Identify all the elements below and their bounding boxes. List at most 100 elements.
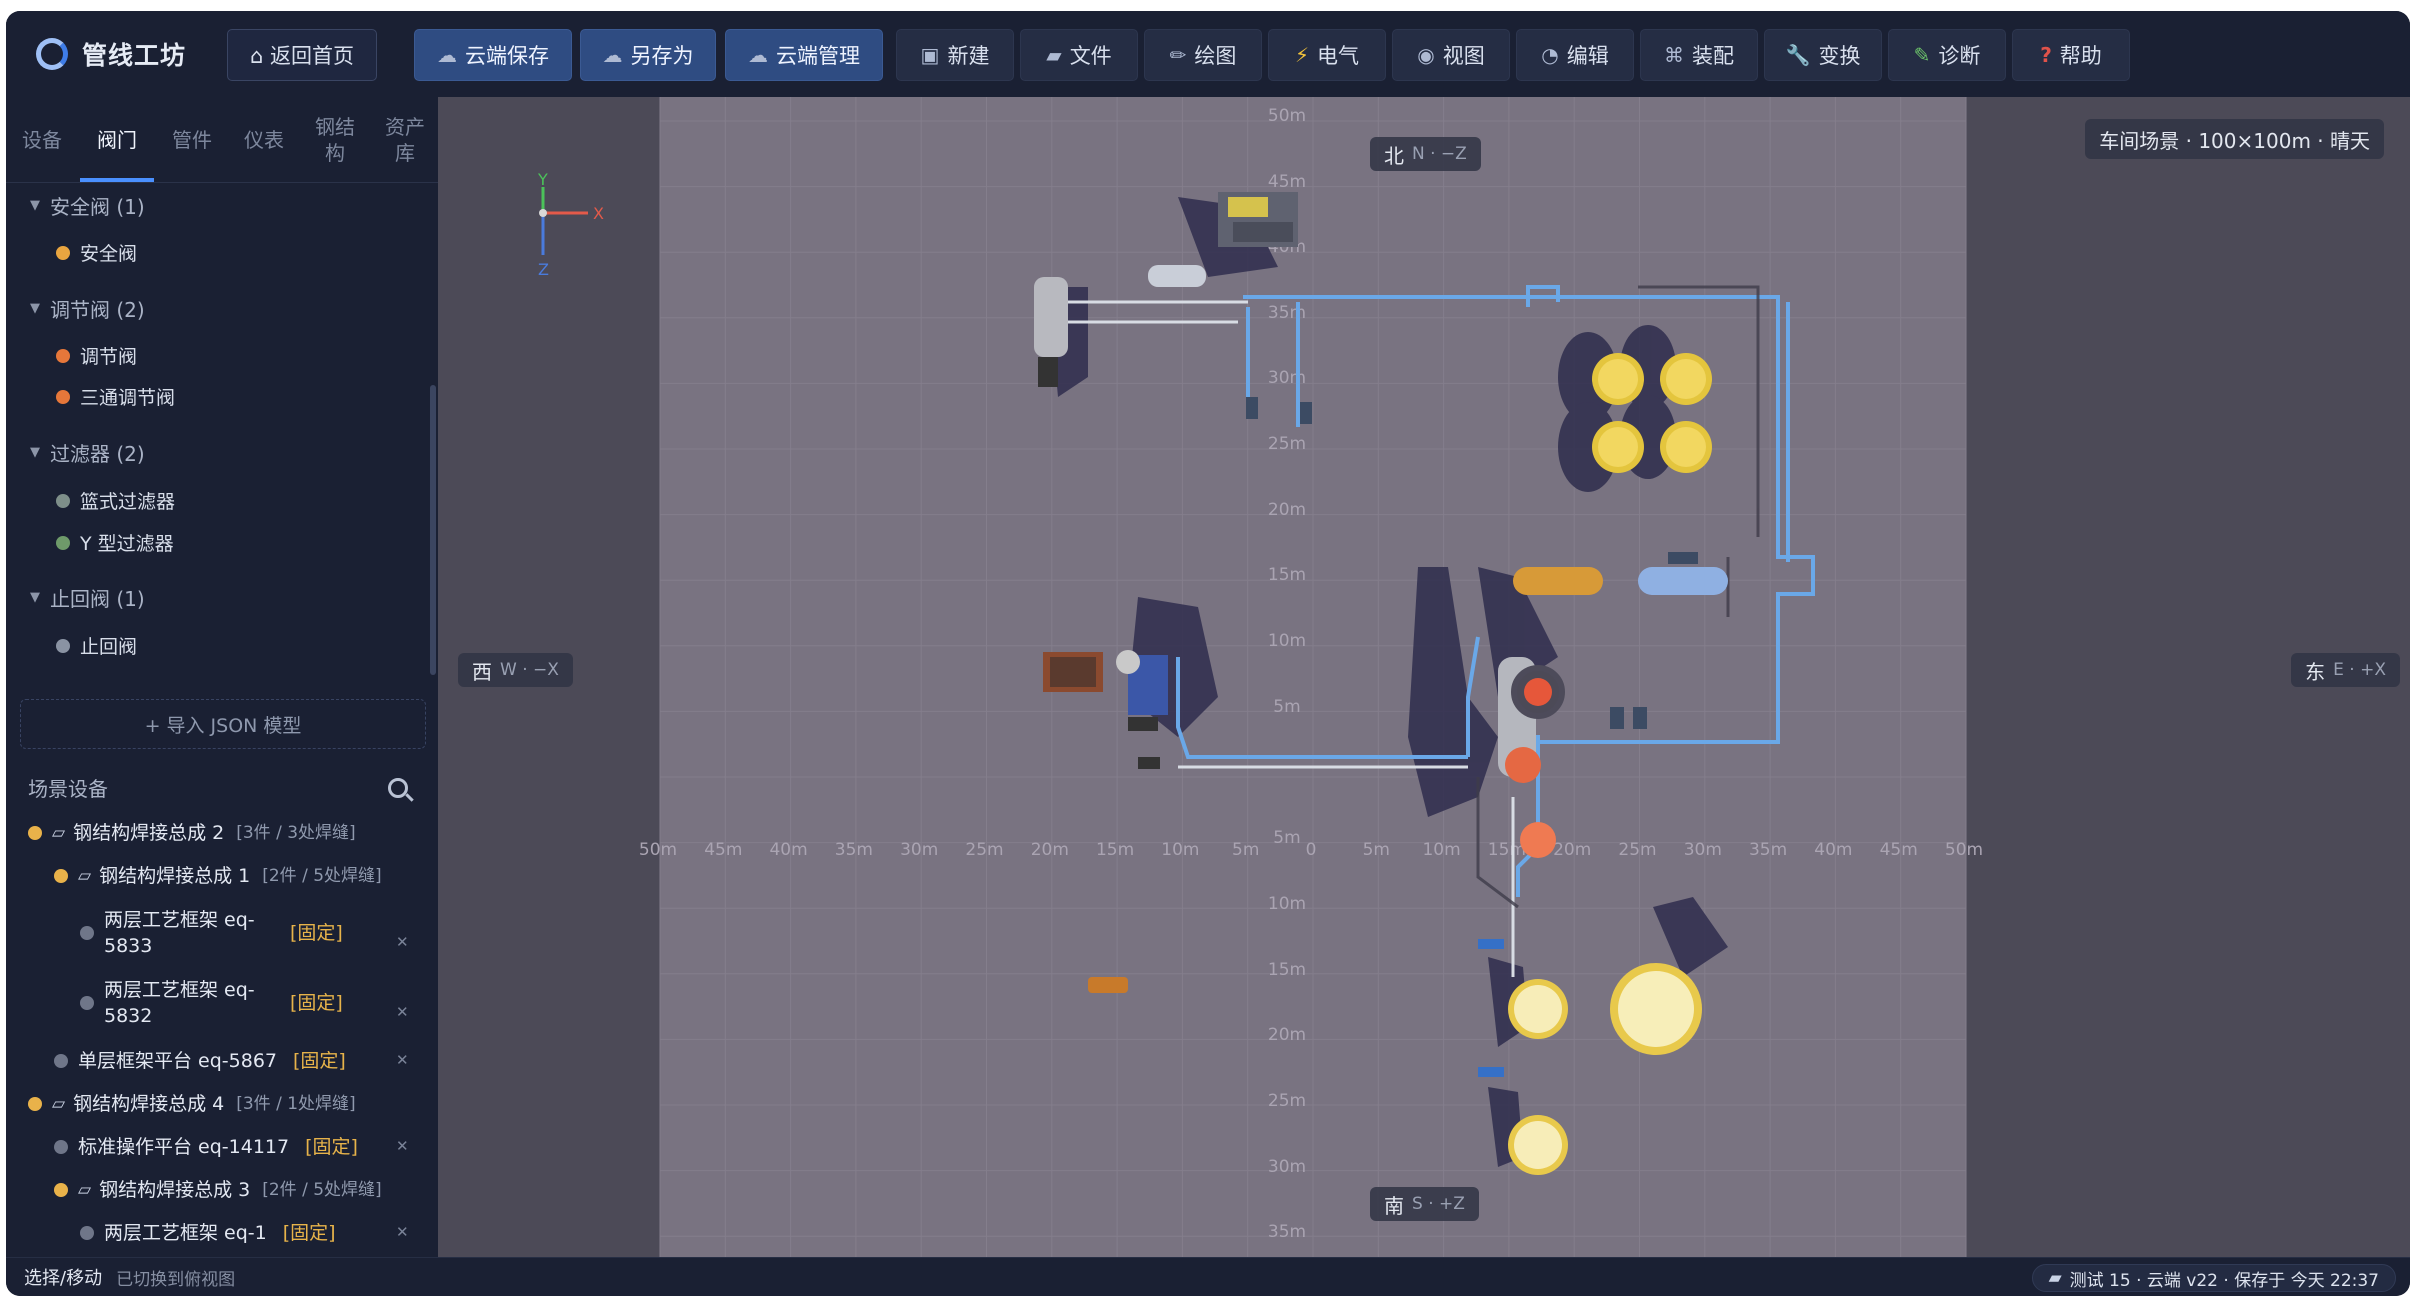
scene-row[interactable]: 两层工艺框架 eq-1 [固定] [80, 1220, 336, 1246]
status-dot [80, 996, 94, 1010]
row-label: 钢结构焊接总成 2 [73, 822, 225, 844]
compass-label: 北 [1384, 143, 1404, 168]
x-tick-label: 50m [1945, 840, 1983, 860]
scene-row[interactable]: ▱ 钢结构焊接总成 4 [3件 / 1处焊缝] [28, 1091, 356, 1117]
scene-viewport[interactable]: 50m 45m 40m 35m 30m 25m 20m 15m 10m 5m 0 5m 10m 15m 20… [438, 97, 2410, 1257]
scene-info-badge: 车间场景 · 100×100m · 晴天 [2085, 119, 2384, 159]
close-icon[interactable]: ✕ [396, 1051, 409, 1069]
tree-item-check-valve[interactable]: 止回阀 [56, 632, 137, 659]
x-tick-label: 30m [900, 840, 938, 860]
item-label: 三通调节阀 [80, 387, 176, 409]
group-label: 调节阀 (2) [50, 298, 145, 322]
close-icon[interactable]: ✕ [396, 1137, 409, 1155]
tab-label: 钢结构 [315, 115, 355, 165]
close-icon[interactable]: ✕ [396, 1003, 409, 1021]
scene-canvas[interactable]: 50m 45m 40m 35m 30m 25m 20m 15m 10m 5m 0 5m 10m 15m 20… [438, 97, 2410, 1257]
scene-row[interactable]: 单层框架平台 eq-5867 [固定] [54, 1048, 346, 1074]
z-tick-label: 35m [1268, 303, 1306, 323]
file-menu-button[interactable]: ▰ 文件 [1020, 29, 1138, 81]
tab-equipment[interactable]: 设备 [6, 97, 78, 183]
row-label: 标准操作平台 eq-14117 [78, 1136, 290, 1158]
tree-item-control-valve[interactable]: 调节阀 [56, 342, 137, 369]
tree-item-basket-filter[interactable]: 篮式过滤器 [56, 487, 175, 514]
cloud-save-button[interactable]: ☁ 云端保存 [414, 29, 572, 81]
scene-row[interactable]: 标准操作平台 eq-14117 [固定] [54, 1134, 358, 1160]
eye-icon: ◉ [1417, 43, 1435, 67]
tab-valves[interactable]: 阀门 [78, 97, 156, 183]
z-tick-label: 5m [1273, 697, 1300, 717]
diagnose-menu-button[interactable]: ✎ 诊断 [1888, 29, 2006, 81]
z-tick-label: 15m [1268, 960, 1306, 980]
help-menu-button[interactable]: ? 帮助 [2012, 29, 2130, 81]
tab-fittings[interactable]: 管件 [156, 97, 228, 183]
tree-item-safety-valve[interactable]: 安全阀 [56, 239, 137, 266]
fixed-tag: [固定] [282, 1222, 336, 1244]
row-label: 单层框架平台 eq-5867 [78, 1050, 277, 1072]
fixed-tag: [固定] [293, 1050, 346, 1072]
transform-menu-button[interactable]: 🔧 变换 [1764, 29, 1882, 81]
x-tick-label: 50m [639, 840, 677, 860]
draw-menu-button[interactable]: ✏ 绘图 [1144, 29, 1262, 81]
tree-group-control-valve[interactable]: ▼ 调节阀 (2) [30, 294, 145, 323]
import-json-button[interactable]: + 导入 JSON 模型 [20, 699, 426, 749]
electric-menu-button[interactable]: ⚡ 电气 [1268, 29, 1386, 81]
compass-icon: ◔ [1541, 43, 1559, 67]
cloud-manage-label: 云端管理 [776, 44, 860, 68]
x-tick-label: 5m [1363, 840, 1390, 860]
edit-menu-button[interactable]: ◔ 编辑 [1516, 29, 1634, 81]
status-dot [28, 1097, 42, 1111]
tree-group-safety-valve[interactable]: ▼ 安全阀 (1) [30, 191, 145, 220]
x-tick-label: 30m [1684, 840, 1722, 860]
save-as-button[interactable]: ☁ 另存为 [580, 29, 716, 81]
tab-instruments[interactable]: 仪表 [228, 97, 300, 183]
assembly-icon: ▱ [52, 823, 66, 843]
pencil-icon: ✏ [1169, 43, 1187, 67]
home-button[interactable]: ⌂ 返回首页 [227, 29, 377, 81]
new-label: 新建 [947, 44, 990, 68]
group-label: 安全阀 (1) [50, 195, 145, 219]
tree-scrollbar[interactable] [430, 385, 436, 675]
close-icon[interactable]: ✕ [396, 1223, 409, 1241]
compass-label: 东 [2305, 659, 2326, 684]
tree-group-filter[interactable]: ▼ 过滤器 (2) [30, 438, 145, 467]
row-label: 两层工艺框架 eq-1 [104, 1222, 267, 1244]
tab-label: 设备 [22, 128, 62, 152]
scene-row[interactable]: 两层工艺框架 eq-5833 [固定] [80, 907, 343, 959]
command-icon: ⌘ [1664, 43, 1684, 67]
row-label: 两层工艺框架 eq-5832 [104, 979, 255, 1027]
status-bar: 选择/移动 已切换到俯视图 ▰ 测试 15 · 云端 v22 · 保存于 今天 … [6, 1257, 2410, 1296]
group-label: 过滤器 (2) [50, 442, 145, 466]
row-label: 两层工艺框架 eq-5833 [104, 909, 255, 957]
row-meta: [2件 / 5处焊缝] [262, 866, 382, 886]
scene-row[interactable]: 两层工艺框架 eq-5832 [固定] [80, 977, 343, 1029]
tree-item-three-way-valve[interactable]: 三通调节阀 [56, 383, 175, 410]
status-dot [56, 389, 70, 404]
x-tick-label: 25m [1618, 840, 1656, 860]
assemble-menu-button[interactable]: ⌘ 装配 [1640, 29, 1758, 81]
axis-z-label: Z [538, 260, 549, 279]
collapse-triangle-icon: ▼ [30, 198, 40, 213]
tree-item-y-filter[interactable]: Y 型过滤器 [56, 529, 174, 556]
z-tick-label: 10m [1268, 631, 1306, 651]
close-icon[interactable]: ✕ [396, 933, 409, 951]
scene-row[interactable]: ▱ 钢结构焊接总成 1 [2件 / 5处焊缝] [54, 863, 382, 889]
x-tick-label: 0 [1306, 840, 1317, 860]
compass-label: 南 [1384, 1193, 1404, 1218]
tree-group-check-valve[interactable]: ▼ 止回阀 (1) [30, 583, 145, 612]
x-tick-label: 10m [1161, 840, 1199, 860]
scene-row[interactable]: ▱ 钢结构焊接总成 2 [3件 / 3处焊缝] [28, 820, 356, 846]
search-icon[interactable] [388, 777, 408, 798]
tab-asset-library[interactable]: 资产库 [376, 97, 434, 183]
x-tick-label: 45m [1880, 840, 1918, 860]
logo-icon [36, 38, 68, 70]
cloud-manage-button[interactable]: ☁ 云端管理 [725, 29, 883, 81]
tab-steel-structure[interactable]: 钢结构 [306, 97, 364, 183]
axis-x-label: X [593, 204, 604, 223]
scene-row[interactable]: ▱ 钢结构焊接总成 3 [2件 / 5处焊缝] [54, 1177, 382, 1203]
view-menu-button[interactable]: ◉ 视图 [1392, 29, 1510, 81]
app-title: 管线工坊 [82, 41, 187, 70]
new-button[interactable]: ▣ 新建 [896, 29, 1014, 81]
row-meta: [3件 / 3处焊缝] [236, 823, 356, 843]
scene-info-text: 车间场景 · 100×100m · 晴天 [2099, 128, 2370, 153]
item-label: 安全阀 [80, 243, 138, 265]
